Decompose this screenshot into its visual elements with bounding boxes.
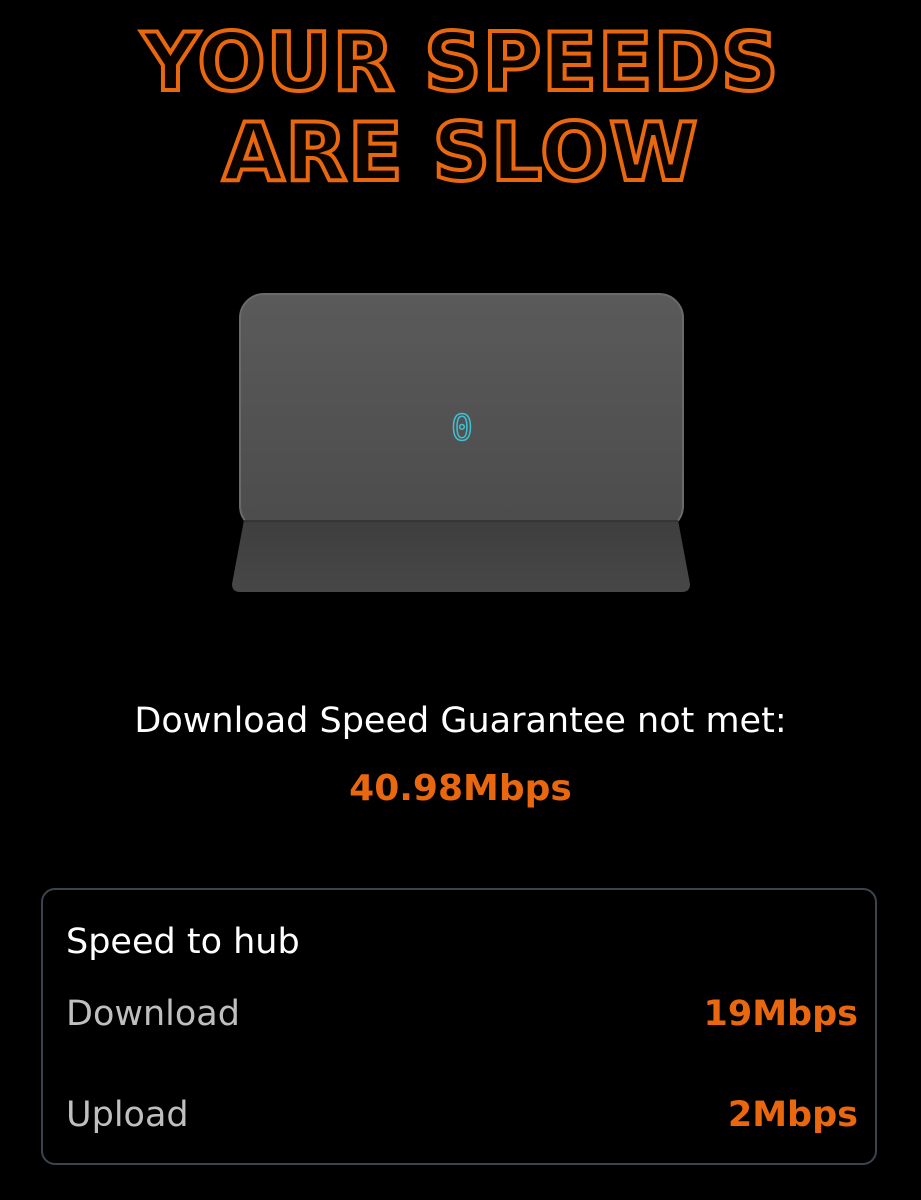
headline-line-1: YOUR SPEEDS	[139, 16, 780, 110]
upload-row: Upload 2Mbps	[66, 1092, 858, 1138]
headline: YOUR SPEEDS ARE SLOW	[0, 16, 921, 200]
hub-led-indicator: 0	[450, 408, 473, 450]
speed-to-hub-card: Speed to hub Download 19Mbps Upload 2Mbp…	[41, 888, 877, 1165]
headline-line-2: ARE SLOW	[220, 106, 699, 200]
guarantee-label: Download Speed Guarantee not met:	[134, 701, 787, 741]
download-label: Download	[66, 994, 240, 1034]
guarantee-value: 40.98Mbps	[349, 768, 572, 809]
upload-label: Upload	[66, 1095, 189, 1135]
speed-to-hub-title: Speed to hub	[66, 922, 300, 962]
download-value: 19Mbps	[703, 994, 858, 1034]
hub-router-icon: 0	[230, 292, 692, 594]
upload-value: 2Mbps	[727, 1095, 858, 1135]
download-row: Download 19Mbps	[66, 991, 858, 1037]
